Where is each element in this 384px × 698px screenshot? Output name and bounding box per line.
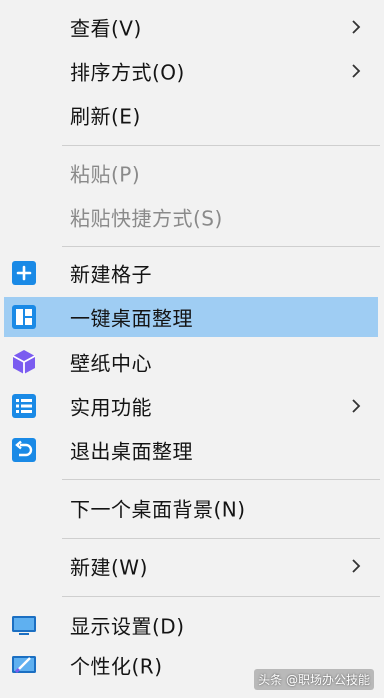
menu-separator (62, 145, 380, 146)
menu-item-utilities[interactable]: 实用功能 (0, 386, 384, 426)
menu-item-view[interactable]: 查看(V) (0, 7, 384, 47)
menu-item-label: 实用功能 (70, 395, 152, 420)
layout-grid-icon (12, 305, 36, 329)
menu-item-label: 新建格子 (70, 262, 152, 287)
desktop-context-menu: 查看(V) 排序方式(O) 刷新(E) 粘贴(P) 粘贴快捷方式(S) 新建格子 (0, 0, 384, 698)
menu-item-label: 显示设置(D) (70, 614, 185, 639)
menu-item-label: 排序方式(O) (70, 60, 185, 85)
menu-item-label: 下一个桌面背景(N) (70, 497, 246, 522)
menu-item-label: 刷新(E) (70, 104, 141, 129)
menu-item-label: 退出桌面整理 (70, 439, 193, 464)
menu-item-wallpaper-center[interactable]: 壁纸中心 (0, 342, 384, 382)
menu-item-exit-desktop-organizer[interactable]: 退出桌面整理 (0, 430, 384, 470)
menu-item-label: 新建(W) (70, 555, 148, 580)
menu-separator (62, 246, 380, 247)
menu-item-label: 一键桌面整理 (70, 306, 193, 331)
watermark: 头条 @职场办公技能 (254, 669, 374, 690)
menu-item-auto-organize-desktop[interactable]: 一键桌面整理 (4, 297, 378, 337)
menu-separator (62, 538, 380, 539)
chevron-right-icon (352, 399, 361, 413)
menu-item-display-settings[interactable]: 显示设置(D) (0, 605, 384, 645)
menu-item-next-desktop-background[interactable]: 下一个桌面背景(N) (0, 488, 384, 528)
menu-item-paste-shortcut: 粘贴快捷方式(S) (0, 197, 384, 237)
menu-item-label: 壁纸中心 (70, 351, 152, 376)
menu-item-label: 个性化(R) (70, 654, 163, 679)
undo-icon (12, 438, 36, 462)
menu-item-new[interactable]: 新建(W) (0, 546, 384, 586)
menu-item-paste: 粘贴(P) (0, 153, 384, 193)
menu-item-label: 粘贴快捷方式(S) (70, 206, 223, 231)
chevron-right-icon (352, 559, 361, 573)
plus-square-icon (12, 261, 36, 285)
menu-item-refresh[interactable]: 刷新(E) (0, 95, 384, 135)
menu-item-label: 查看(V) (70, 16, 142, 41)
menu-separator (62, 596, 380, 597)
chevron-right-icon (352, 64, 361, 78)
personalize-icon (12, 656, 36, 674)
list-icon (12, 394, 36, 418)
monitor-icon (12, 616, 36, 635)
cube-icon (12, 350, 36, 374)
menu-item-sort-by[interactable]: 排序方式(O) (0, 51, 384, 91)
menu-separator (62, 479, 380, 480)
menu-item-label: 粘贴(P) (70, 162, 141, 187)
menu-item-new-fence[interactable]: 新建格子 (0, 253, 384, 293)
chevron-right-icon (352, 20, 361, 34)
